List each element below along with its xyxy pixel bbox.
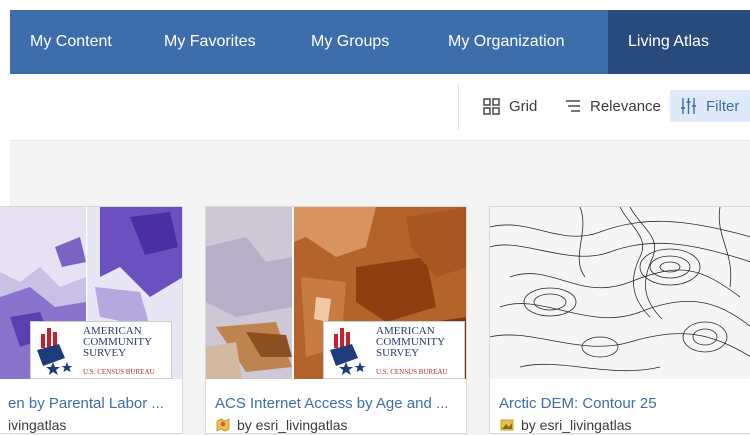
tab-label: My Favorites — [164, 33, 256, 50]
grid-icon — [483, 97, 500, 115]
card-owner: by esri_livingatlas — [215, 417, 348, 433]
map-layer-icon — [216, 418, 230, 432]
tab-my-content[interactable]: My Content — [10, 10, 144, 74]
tab-label: Living Atlas — [628, 33, 709, 50]
acs-logo: AMERICAN COMMUNITY SURVEY U.S. CENSUS BU… — [30, 321, 172, 379]
card-thumbnail[interactable] — [490, 207, 750, 379]
card-thumbnail[interactable]: AMERICAN COMMUNITY SURVEY U.S. CENSUS BU… — [0, 207, 182, 379]
tab-my-favorites[interactable]: My Favorites — [144, 10, 291, 74]
card-title[interactable]: Arctic DEM: Contour 25 — [499, 395, 742, 412]
filter-label: Filter — [706, 97, 740, 115]
tab-label: My Organization — [448, 33, 565, 50]
acs-logo-text: AMERICAN COMMUNITY SURVEY — [83, 325, 153, 359]
owner-label: by esri_livingatlas — [521, 417, 632, 433]
tab-label: My Groups — [311, 33, 390, 50]
acs-logo: AMERICAN COMMUNITY SURVEY U.S. CENSUS BU… — [323, 321, 465, 379]
result-card[interactable]: AMERICAN COMMUNITY SURVEY U.S. CENSUS BU… — [0, 206, 183, 434]
card-owner: ivingatlas — [8, 417, 66, 433]
sort-relevance-button[interactable]: Relevance — [565, 90, 661, 122]
acs-logo-subtext: U.S. CENSUS BUREAU — [376, 368, 448, 376]
owner-label: by esri_livingatlas — [237, 417, 348, 433]
toolbar-divider — [458, 85, 459, 130]
card-title[interactable]: ACS Internet Access by Age and ... — [215, 395, 458, 412]
imagery-layer-icon — [500, 419, 514, 431]
tab-my-groups[interactable]: My Groups — [291, 10, 428, 74]
result-card[interactable]: Arctic DEM: Contour 25 by esri_livingatl… — [489, 206, 750, 434]
tab-living-atlas[interactable]: Living Atlas — [608, 10, 750, 74]
sort-icon — [566, 100, 580, 112]
acs-logo-text: AMERICAN COMMUNITY SURVEY — [376, 325, 446, 359]
card-thumbnail[interactable]: AMERICAN COMMUNITY SURVEY U.S. CENSUS BU… — [206, 207, 466, 379]
card-title[interactable]: en by Parental Labor ... — [8, 395, 174, 412]
filter-sliders-icon — [681, 98, 696, 114]
toolbar: Grid Relevance Filter — [10, 74, 750, 140]
card-owner: by esri_livingatlas — [499, 417, 632, 433]
tab-label: My Content — [30, 33, 112, 50]
relevance-label: Relevance — [590, 97, 661, 115]
tab-my-organization[interactable]: My Organization — [428, 10, 608, 74]
owner-label: ivingatlas — [8, 417, 67, 433]
acs-logo-subtext: U.S. CENSUS BUREAU — [83, 368, 155, 376]
result-card[interactable]: AMERICAN COMMUNITY SURVEY U.S. CENSUS BU… — [205, 206, 467, 434]
grid-view-button[interactable]: Grid — [483, 90, 537, 122]
filter-button[interactable]: Filter — [670, 90, 750, 122]
grid-label: Grid — [509, 97, 538, 115]
top-nav: My Content My Favorites My Groups My Org… — [10, 10, 750, 74]
